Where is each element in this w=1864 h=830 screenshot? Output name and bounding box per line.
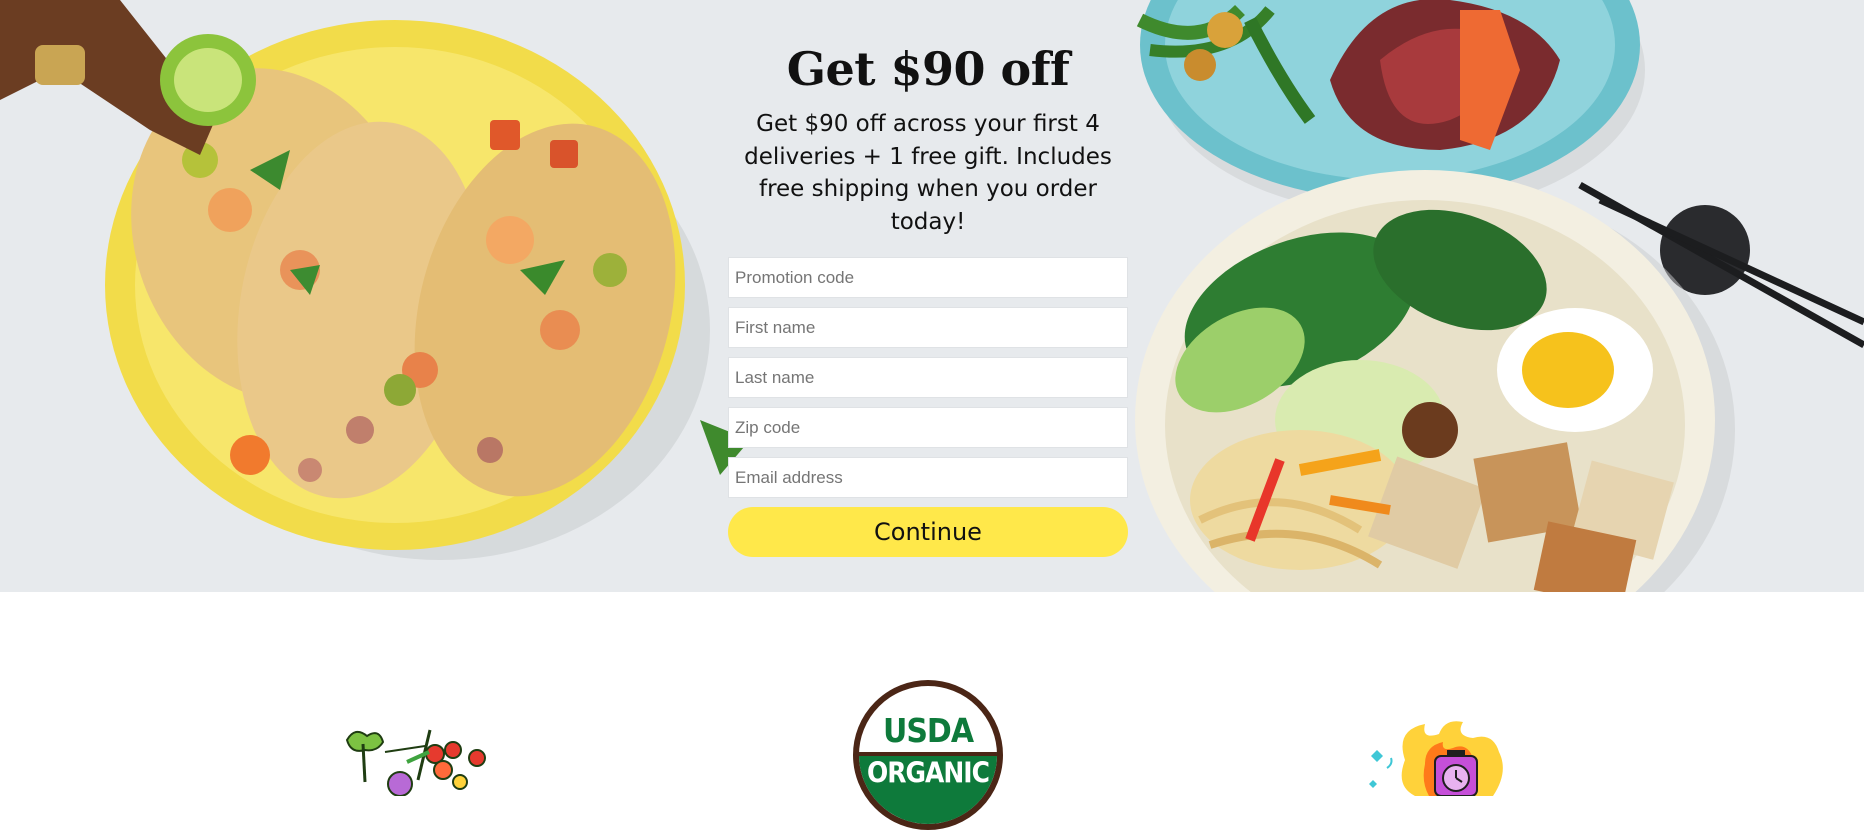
first-name-input[interactable] [728,307,1128,348]
features-section: USDA ORGANIC [0,592,1864,830]
usda-organic-seal-icon: USDA ORGANIC [853,680,1003,830]
promotion-code-input[interactable] [728,257,1128,298]
offer-subhead: Get $90 off across your first 4 deliveri… [744,111,1112,235]
last-name-input[interactable] [728,357,1128,398]
produce-illustration-icon [345,729,486,796]
email-address-input[interactable] [728,457,1128,498]
offer-headline: Get $90 off [786,42,1070,96]
usda-seal-bottom-text: ORGANIC [867,755,990,790]
continue-button[interactable]: Continue [728,507,1128,557]
signup-form: Continue [728,257,1128,557]
zip-code-input[interactable] [728,407,1128,448]
usda-seal-top-text: USDA [882,712,974,751]
clock-flame-illustration-icon [1369,721,1503,796]
signup-form-panel: Get $90 off Get $90 off across your firs… [728,0,1128,592]
hero-section: Get $90 off Get $90 off across your firs… [0,0,1864,592]
